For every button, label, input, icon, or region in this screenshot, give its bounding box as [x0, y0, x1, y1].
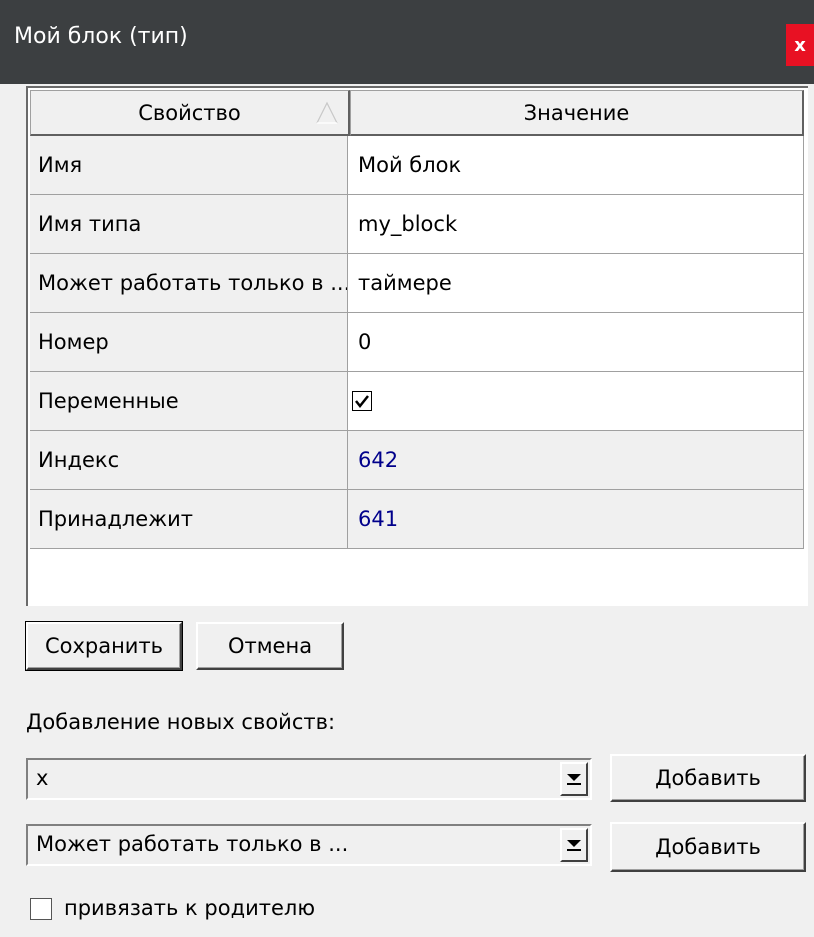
dropdown-button[interactable]: [560, 828, 588, 862]
variables-checkbox[interactable]: [352, 391, 372, 411]
property-name: Принадлежит: [30, 490, 348, 549]
bind-to-parent-checkbox[interactable]: [30, 898, 52, 920]
chevron-down-icon: [567, 772, 581, 786]
table-row[interactable]: Может работать только в ... таймере: [30, 254, 804, 313]
column-header-value[interactable]: Значение: [350, 90, 804, 136]
sort-ascending-icon: [316, 101, 338, 124]
table-row[interactable]: Имя типа my_block: [30, 195, 804, 254]
property-value-cell: [348, 372, 804, 431]
title-bar: Мой блок (тип) x: [0, 0, 814, 84]
property-value: 641: [348, 490, 804, 549]
property-value-input[interactable]: 0: [348, 313, 804, 372]
property-name: Индекс: [30, 431, 348, 490]
context-value: Может работать только в ...: [36, 832, 349, 856]
property-grid: Свойство Значение Имя Мой блок Имя типа …: [26, 86, 808, 606]
context-select[interactable]: Может работать только в ...: [26, 824, 592, 866]
property-name: Номер: [30, 313, 348, 372]
property-name: Переменные: [30, 372, 348, 431]
property-name: Имя типа: [30, 195, 348, 254]
close-icon: x: [794, 34, 806, 56]
chevron-down-icon: [567, 838, 581, 852]
property-value-input[interactable]: Мой блок: [348, 136, 804, 195]
table-row[interactable]: Принадлежит 641: [30, 490, 804, 549]
property-name: Имя: [30, 136, 348, 195]
column-header-property[interactable]: Свойство: [30, 90, 350, 136]
table-row[interactable]: Имя Мой блок: [30, 136, 804, 195]
window-title: Мой блок (тип): [14, 24, 188, 49]
cancel-button[interactable]: Отмена: [196, 622, 344, 670]
add-button-2[interactable]: Добавить: [610, 822, 806, 872]
column-header-property-label: Свойство: [138, 100, 241, 125]
add-properties-label: Добавление новых свойств:: [26, 710, 336, 734]
close-button[interactable]: x: [786, 24, 814, 66]
dropdown-button[interactable]: [560, 762, 588, 796]
table-row[interactable]: Номер 0: [30, 313, 804, 372]
add-button-1[interactable]: Добавить: [610, 754, 806, 802]
table-row[interactable]: Индекс 642: [30, 431, 804, 490]
save-button[interactable]: Сохранить: [25, 621, 183, 671]
property-value-input[interactable]: таймере: [348, 254, 804, 313]
property-value: 642: [348, 431, 804, 490]
property-name: Может работать только в ...: [30, 254, 348, 313]
property-value-input[interactable]: my_block: [348, 195, 804, 254]
property-type-select[interactable]: x: [26, 758, 592, 800]
column-header-value-label: Значение: [523, 100, 630, 125]
bind-to-parent-label: привязать к родителю: [64, 896, 315, 920]
table-row[interactable]: Переменные: [30, 372, 804, 431]
property-type-value: x: [36, 766, 49, 790]
checkmark-icon: [355, 395, 369, 409]
